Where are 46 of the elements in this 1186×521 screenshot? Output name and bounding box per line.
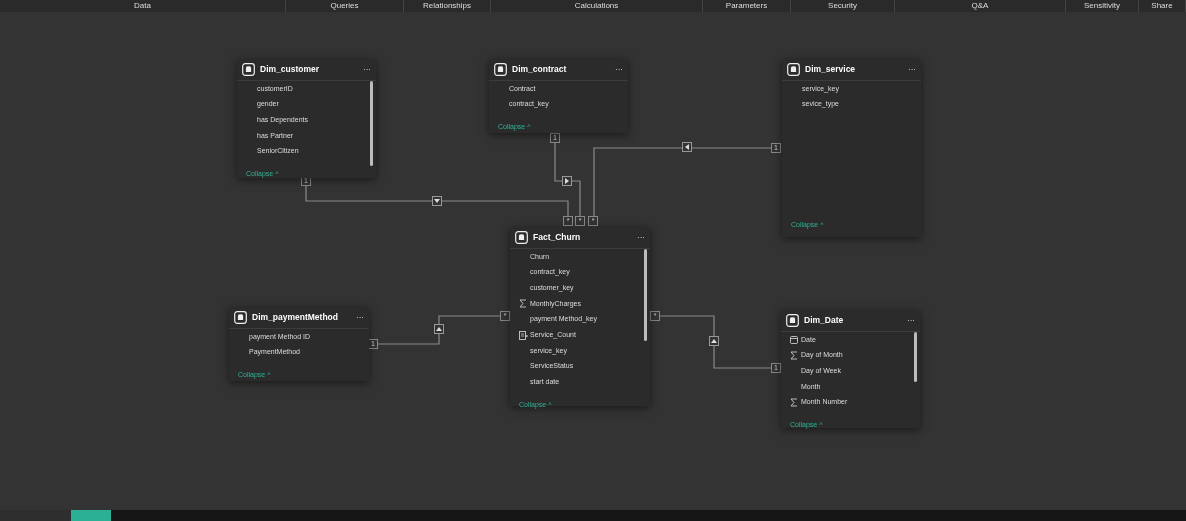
sigma-icon: [790, 351, 798, 361]
more-options-button[interactable]: ···: [637, 233, 645, 242]
scrollbar[interactable]: [644, 249, 647, 341]
table-title: Dim_customer: [260, 63, 320, 76]
ribbon-tab[interactable]: Share: [1151, 0, 1173, 12]
sigma-icon: [790, 398, 798, 408]
scrollbar[interactable]: [370, 81, 373, 166]
ribbon-tab[interactable]: Security: [828, 0, 857, 12]
ribbon-tab[interactable]: Sensitivity: [1084, 0, 1120, 12]
table-icon: [786, 314, 799, 327]
direction-icon: [434, 324, 444, 334]
calculator-icon: [519, 330, 528, 340]
more-options-button[interactable]: ···: [363, 65, 371, 74]
direction-icon: [562, 176, 572, 186]
relationship-line[interactable]: [554, 142, 581, 217]
table-title: Dim_service: [805, 63, 856, 76]
sigma-icon: [519, 299, 527, 309]
calendar-icon: [790, 335, 798, 344]
scrollbar[interactable]: [914, 332, 917, 382]
ribbon-tab[interactable]: Calculations: [574, 0, 619, 12]
scroll-thumb[interactable]: [71, 510, 111, 521]
ribbon-tab[interactable]: Data: [134, 0, 151, 12]
more-options-button[interactable]: ···: [907, 316, 915, 325]
more-options-button[interactable]: ···: [908, 65, 916, 74]
ribbon-tab[interactable]: Relationships: [423, 0, 471, 12]
table-title: Dim_contract: [512, 63, 567, 76]
more-options-button[interactable]: ···: [615, 65, 623, 74]
table-title: Fact_Churn: [533, 231, 581, 244]
relationship-line[interactable]: [659, 315, 772, 369]
table-icon: [787, 63, 800, 76]
more-options-button[interactable]: ···: [356, 313, 364, 322]
ribbon-tab[interactable]: Queries: [330, 0, 359, 12]
ribbon-tab[interactable]: Q&A: [971, 0, 989, 12]
table-title: Dim_paymentMethod: [252, 311, 338, 324]
table-title: Dim_Date: [804, 314, 844, 327]
direction-icon: [432, 196, 442, 206]
relationship-line[interactable]: [305, 185, 569, 217]
direction-icon: [682, 142, 692, 152]
relationship-line[interactable]: [377, 315, 501, 345]
table-icon: [234, 311, 247, 324]
table-icon: [494, 63, 507, 76]
table-icon: [242, 63, 255, 76]
table-icon: [515, 231, 528, 244]
direction-icon: [709, 336, 719, 346]
relationship-line[interactable]: [593, 147, 772, 217]
ribbon-tab[interactable]: Parameters: [725, 0, 768, 12]
